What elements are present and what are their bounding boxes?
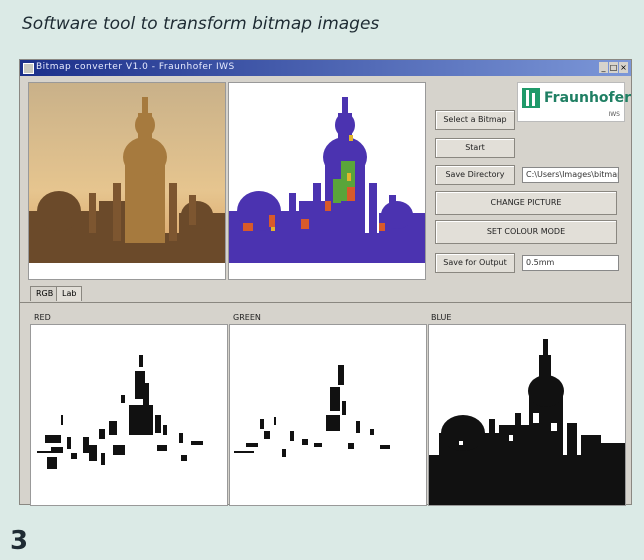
app-window: Bitmap converter V1.0 - Fraunhofer IWS _… bbox=[19, 59, 632, 506]
logo-sub: IWS bbox=[608, 111, 620, 118]
directory-path-field[interactable]: C:\Users\Images\bitmap bbox=[522, 167, 619, 183]
green-channel-bitmap bbox=[229, 324, 427, 506]
processed-image bbox=[228, 82, 426, 280]
app-icon bbox=[23, 63, 34, 74]
select-picture-button[interactable]: Select a Bitmap bbox=[435, 110, 515, 130]
tab-lab[interactable]: Lab bbox=[56, 286, 83, 301]
blue-channel-bitmap bbox=[428, 324, 626, 506]
logo-name: Fraunhofer bbox=[544, 90, 632, 106]
start-button[interactable]: Start bbox=[435, 138, 515, 158]
channel-label-blue: BLUE bbox=[431, 313, 452, 322]
set-colour-mode-button[interactable]: SET COLOUR MODE bbox=[435, 220, 617, 244]
window-controls: _ □ × bbox=[599, 62, 628, 73]
figure-caption: Software tool to transform bitmap images bbox=[22, 14, 380, 34]
window-title: Bitmap converter V1.0 - Fraunhofer IWS bbox=[36, 62, 235, 72]
maximize-button[interactable]: □ bbox=[609, 62, 618, 73]
title-bar: Bitmap converter V1.0 - Fraunhofer IWS _… bbox=[20, 60, 631, 76]
tab-rgb[interactable]: RGB bbox=[30, 286, 60, 301]
save-directory-button[interactable]: Save Directory bbox=[435, 165, 515, 185]
save-for-output-button[interactable]: Save for Output bbox=[435, 253, 515, 273]
logo-mark-icon bbox=[522, 88, 540, 108]
original-image bbox=[28, 82, 226, 280]
channel-label-green: GREEN bbox=[233, 313, 261, 322]
minimize-button[interactable]: _ bbox=[599, 62, 608, 73]
channel-label-red: RED bbox=[34, 313, 51, 322]
output-value-field[interactable]: 0.5mm bbox=[522, 255, 619, 271]
figure-number: 3 bbox=[10, 526, 29, 556]
close-button[interactable]: × bbox=[619, 62, 628, 73]
change-picture-button[interactable]: CHANGE PICTURE bbox=[435, 191, 617, 215]
red-channel-bitmap bbox=[30, 324, 228, 506]
fraunhofer-logo: Fraunhofer IWS bbox=[517, 82, 631, 122]
